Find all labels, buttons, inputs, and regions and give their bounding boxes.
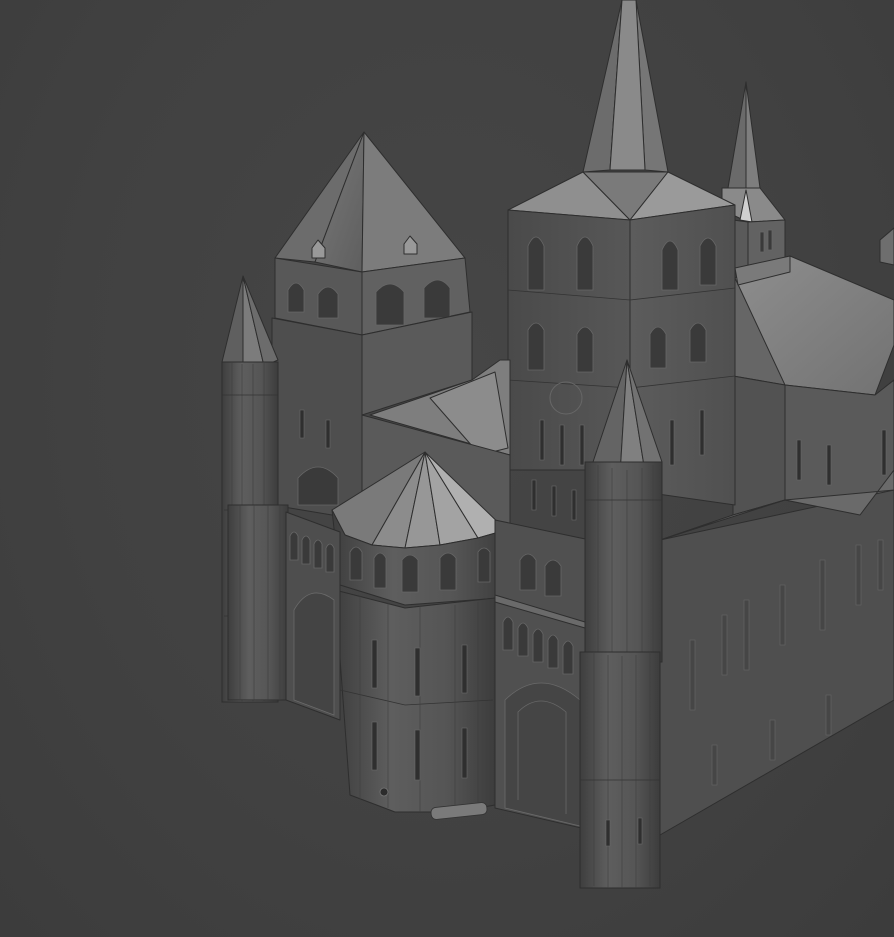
apse [331, 451, 507, 820]
left-facade [285, 511, 341, 721]
middle-facade [494, 479, 591, 831]
cathedral-model-render[interactable] [0, 0, 894, 937]
3d-viewport[interactable] [0, 0, 894, 937]
